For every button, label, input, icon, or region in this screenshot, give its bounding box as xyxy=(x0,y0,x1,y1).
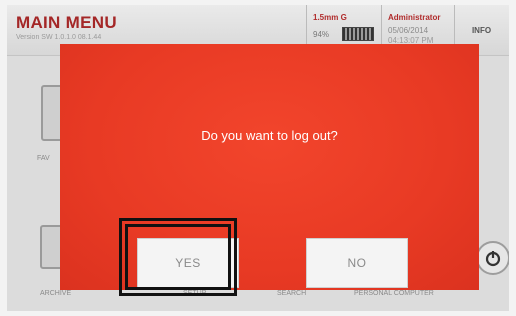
power-icon xyxy=(485,251,501,267)
personal-computer-label: PERSONAL COMPUTER xyxy=(354,290,434,297)
screen: MAIN MENU Version SW 1.0.1.0 08.1.44 1.5… xyxy=(7,5,509,311)
battery-percent: 94% xyxy=(313,30,330,39)
key-label: 1.5mm G xyxy=(313,13,347,22)
search-label: SEARCH xyxy=(277,290,307,297)
power-button[interactable] xyxy=(476,241,509,275)
dialog-message: Do you want to log out? xyxy=(201,128,338,143)
version-label: Version SW 1.0.1.0 08.1.44 xyxy=(16,34,102,41)
favorites-label: FAV xyxy=(37,155,50,162)
page-title: MAIN MENU xyxy=(16,13,117,32)
no-button[interactable]: NO xyxy=(306,238,408,288)
date-label: 05/06/2014 xyxy=(388,26,429,35)
battery-icon xyxy=(342,27,374,41)
user-label: Administrator xyxy=(388,13,441,22)
yes-highlight-frame-inner xyxy=(125,224,231,290)
archive-label: ARCHIVE xyxy=(40,290,72,297)
